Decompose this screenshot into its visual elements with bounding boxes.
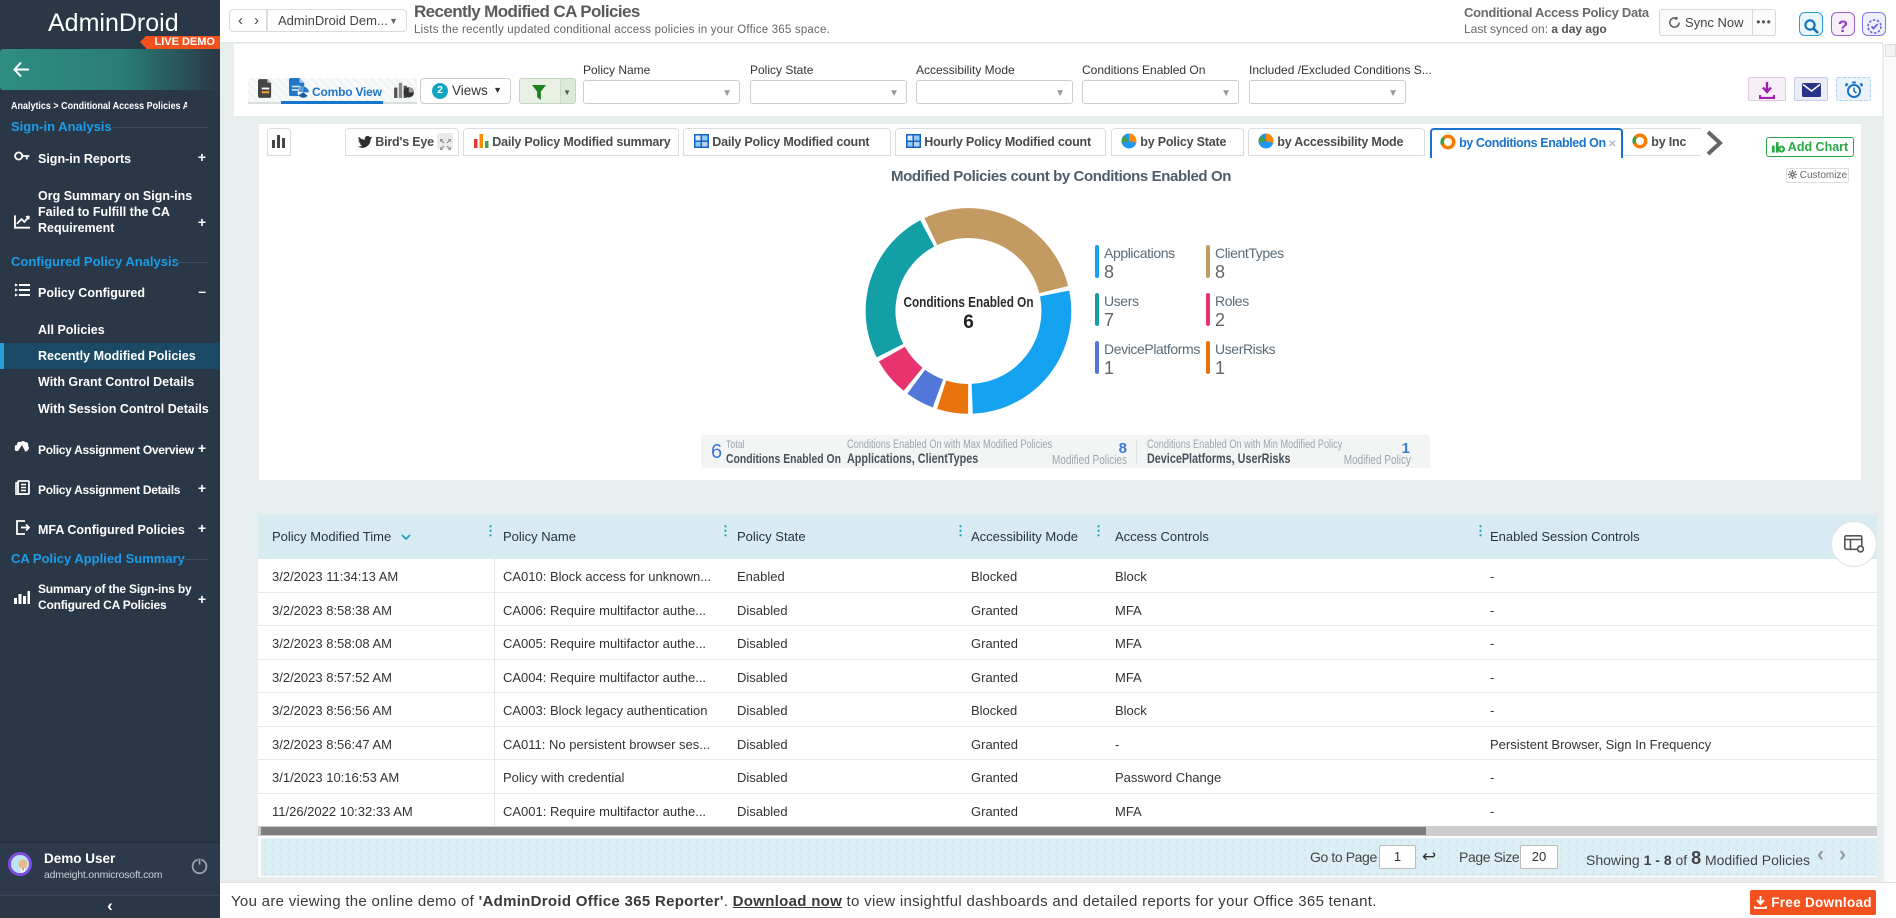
svg-text:6: 6 <box>963 312 974 333</box>
svg-text:Conditions Enabled On: Conditions Enabled On <box>904 294 1034 311</box>
